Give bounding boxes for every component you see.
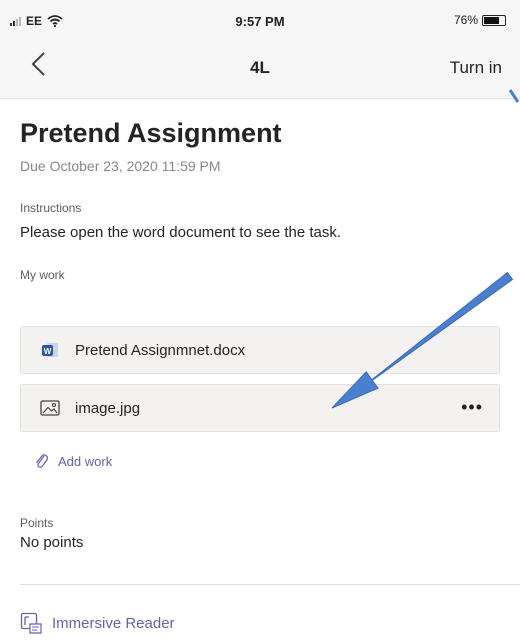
immersive-reader-button[interactable]: Immersive Reader: [20, 612, 175, 634]
battery-icon: [482, 14, 506, 26]
assignment-details: Pretend Assignment Due October 23, 2020 …: [20, 98, 500, 282]
instructions-label: Instructions: [20, 201, 82, 215]
file-card-docx[interactable]: W Pretend Assignmnet.docx: [20, 326, 500, 374]
divider: [20, 584, 520, 585]
points-value: No points: [20, 534, 84, 551]
file-name: Pretend Assignmnet.docx: [75, 341, 246, 359]
file-name: image.jpg: [75, 399, 141, 417]
battery-percent: 76%: [453, 13, 478, 27]
immersive-reader-icon: [20, 612, 42, 634]
nav-bar: 4L Turn in: [0, 36, 520, 99]
points-label: Points: [20, 516, 54, 530]
battery-status: 76%: [454, 13, 506, 27]
status-bar: EE 9:57 PM 76%: [0, 0, 520, 36]
assignment-title: Pretend Assignment: [20, 118, 282, 148]
nav-title: 4L: [250, 58, 270, 77]
file-card-image[interactable]: image.jpg •••: [20, 384, 500, 432]
svg-text:W: W: [44, 347, 52, 356]
instructions-text: Please open the word document to see the…: [20, 224, 342, 241]
immersive-reader-label: Immersive Reader: [52, 614, 175, 632]
status-time: 9:57 PM: [235, 14, 285, 29]
add-work-label: Add work: [58, 453, 113, 469]
battery-fill: [484, 16, 500, 24]
paperclip-icon: [36, 454, 48, 468]
due-date: Due October 23, 2020 11:59 PM: [20, 158, 221, 174]
my-work-label: My work: [20, 268, 65, 282]
image-icon: [39, 397, 61, 419]
more-options-icon[interactable]: •••: [461, 397, 483, 418]
back-chevron-icon[interactable]: [26, 50, 52, 78]
turn-in-button[interactable]: Turn in: [450, 58, 502, 78]
word-document-icon: W: [39, 339, 61, 361]
add-work-button[interactable]: Add work: [34, 452, 112, 470]
